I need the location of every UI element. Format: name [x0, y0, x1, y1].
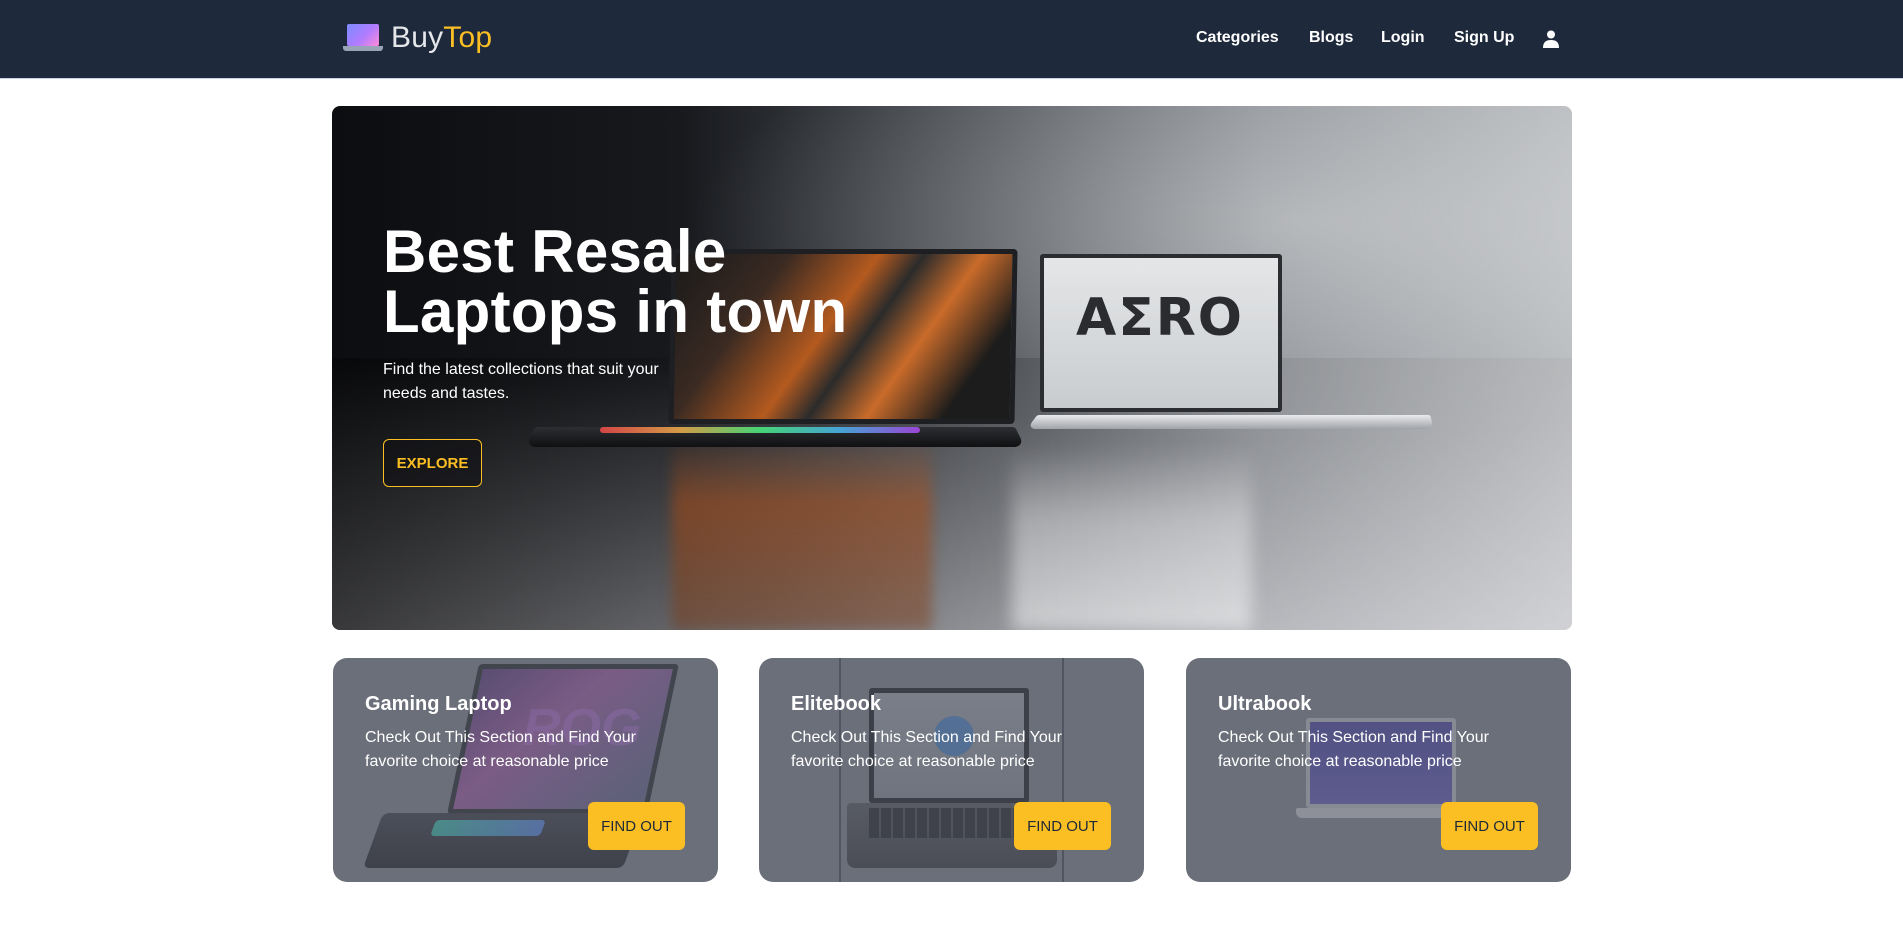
aero-laptop-base: [1026, 415, 1434, 430]
user-icon[interactable]: [1543, 30, 1559, 48]
nav-link-login[interactable]: Login: [1381, 29, 1425, 47]
gaming-keyboard-glow: [430, 820, 546, 836]
explore-button[interactable]: EXPLORE: [383, 439, 482, 487]
category-card-gaming: ROG Gaming Laptop Check Out This Section…: [333, 658, 718, 882]
brand-name: BuyTop: [391, 21, 492, 55]
hero-reflection: [1012, 446, 1252, 630]
card-description: Check Out This Section and Find Your fav…: [365, 729, 636, 770]
card-description: Check Out This Section and Find Your fav…: [1218, 729, 1489, 770]
elitebook-keyboard-image: [869, 808, 1034, 838]
brand-name-part1: Buy: [391, 21, 444, 54]
brand-name-part2: Top: [443, 21, 493, 54]
hero-title-line1: Best Resale: [383, 218, 727, 285]
nav-link-blogs[interactable]: Blogs: [1309, 29, 1353, 47]
hero-content: Best Resale Laptops in town Find the late…: [383, 222, 903, 406]
hero-title: Best Resale Laptops in town: [383, 222, 903, 342]
hero-banner: AΣRO Best Resale Laptops in town Find the…: [332, 106, 1572, 630]
aero-laptop-image: AΣRO: [1040, 254, 1282, 412]
category-card-elitebook: Elitebook Check Out This Section and Fin…: [759, 658, 1144, 882]
card-title: Gaming Laptop: [365, 693, 512, 715]
category-card-ultrabook: Ultrabook Check Out This Section and Fin…: [1186, 658, 1571, 882]
find-out-button[interactable]: FIND OUT: [1014, 802, 1111, 850]
hero-subtitle: Find the latest collections that suit yo…: [383, 361, 659, 402]
aero-screen-logo: AΣRO: [1076, 288, 1245, 348]
rgb-keyboard-glow: [600, 427, 920, 433]
laptop-icon: [343, 22, 383, 54]
nav-link-categories[interactable]: Categories: [1196, 29, 1279, 47]
find-out-button[interactable]: FIND OUT: [588, 802, 685, 850]
card-title: Elitebook: [791, 693, 882, 715]
card-title: Ultrabook: [1218, 693, 1312, 715]
find-out-button[interactable]: FIND OUT: [1441, 802, 1538, 850]
card-description: Check Out This Section and Find Your fav…: [791, 729, 1062, 770]
brand-logo-link[interactable]: BuyTop: [343, 21, 492, 55]
hero-reflection: [672, 436, 932, 630]
nav-link-signup[interactable]: Sign Up: [1454, 29, 1514, 47]
navbar: BuyTop Categories Blogs Login Sign Up: [0, 0, 1903, 79]
hero-title-line2: Laptops in town: [383, 278, 848, 345]
